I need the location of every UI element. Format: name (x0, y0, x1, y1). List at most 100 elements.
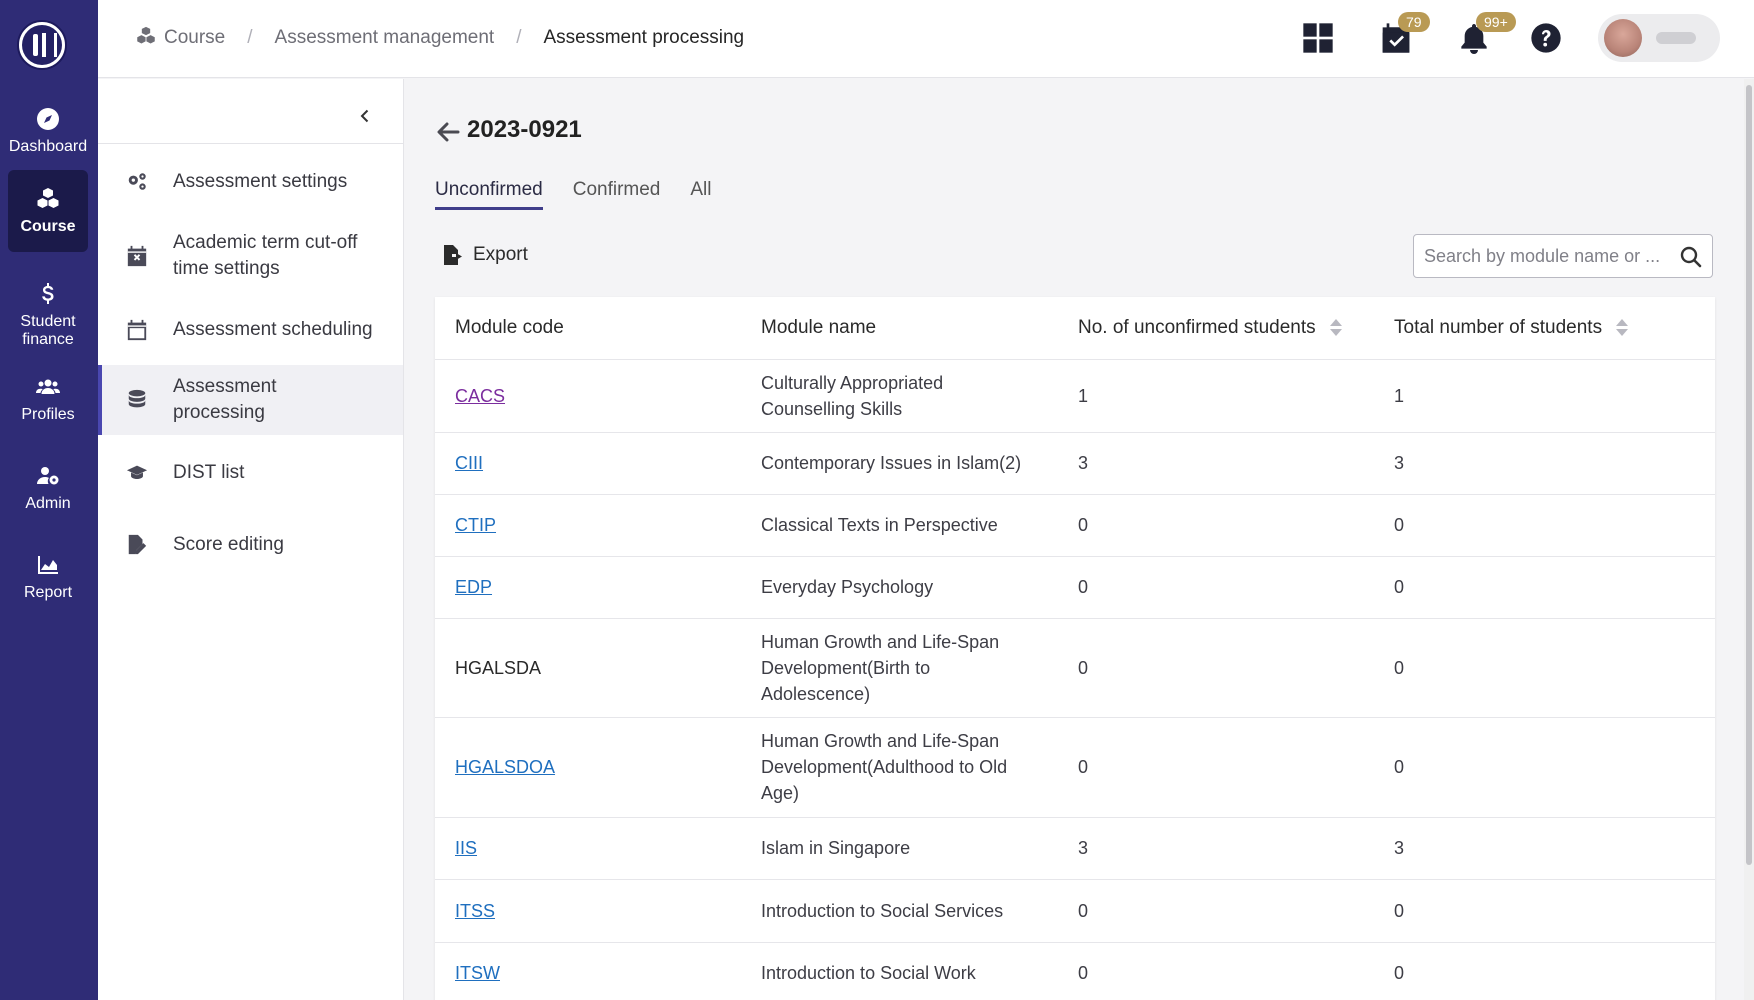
total-count: 3 (1374, 432, 1715, 495)
breadcrumb-separator: / (516, 26, 522, 48)
section-sidebar: Assessment settings Academic term cut-of… (98, 79, 404, 1000)
module-name: Everyday Psychology (741, 556, 1058, 619)
arrow-left-icon (437, 122, 460, 142)
tab-unconfirmed[interactable]: Unconfirmed (435, 179, 543, 210)
status-tabs: Unconfirmed Confirmed All (435, 179, 742, 210)
module-code-link[interactable]: IIS (455, 838, 477, 858)
unconfirmed-count: 1 (1058, 359, 1374, 433)
scrollbar-thumb[interactable] (1746, 85, 1752, 865)
module-name: Culturally Appropriated Counselling Skil… (741, 359, 1058, 433)
module-name: Introduction to Social Work (741, 942, 1058, 1000)
rail-item-dashboard[interactable]: Dashboard (8, 90, 88, 172)
module-code-link[interactable]: HGALSDOA (455, 757, 555, 777)
total-count: 1 (1374, 359, 1715, 433)
table-row: CIII Contemporary Issues in Islam(2) 3 3 (435, 432, 1715, 495)
modules-table-card: Module code Module name No. of unconfirm… (435, 297, 1715, 1000)
modules-table: Module code Module name No. of unconfirm… (435, 297, 1715, 1000)
apps-grid-button[interactable] (1298, 20, 1338, 60)
collapse-sidebar-button[interactable] (350, 101, 380, 131)
sidebar-item-label: Assessment scheduling (173, 319, 373, 340)
calendar-x-icon (126, 245, 148, 267)
sidebar-item-cutoff-time-settings[interactable]: Academic term cut-off time settings (98, 213, 403, 299)
graduation-cap-icon (126, 462, 148, 484)
sort-icon[interactable] (1616, 318, 1629, 338)
module-code-link[interactable]: CACS (455, 386, 505, 406)
user-menu[interactable] (1598, 14, 1720, 62)
file-edit-icon (126, 534, 148, 556)
rail-item-label: Dashboard (8, 138, 88, 155)
sidebar-item-assessment-settings[interactable]: Assessment settings (98, 151, 403, 213)
module-code-link[interactable]: EDP (455, 577, 492, 597)
sidebar-item-assessment-processing[interactable]: Assessment processing (98, 365, 403, 435)
rail-item-student-finance[interactable]: Student finance (8, 270, 88, 360)
module-name: Human Growth and Life-Span Development(B… (741, 618, 1058, 718)
unconfirmed-count: 0 (1058, 556, 1374, 619)
rail-item-admin[interactable]: Admin (8, 447, 88, 529)
column-header-module-code: Module code (435, 297, 741, 360)
table-row: ITSW Introduction to Social Work 0 0 (435, 942, 1715, 1000)
rail-item-course[interactable]: Course (8, 170, 88, 252)
rail-item-label: Admin (25, 495, 71, 512)
unconfirmed-count: 0 (1058, 717, 1374, 818)
grid-icon (1302, 22, 1334, 59)
module-code-link[interactable]: ITSW (455, 963, 500, 983)
user-gear-icon (35, 463, 61, 489)
sidebar-item-dist-list[interactable]: DIST list (98, 441, 403, 505)
unconfirmed-count: 0 (1058, 879, 1374, 943)
help-button[interactable] (1526, 20, 1566, 60)
sidebar-item-label: Score editing (173, 534, 284, 555)
column-header-unconfirmed[interactable]: No. of unconfirmed students (1058, 297, 1374, 360)
rail-item-label: Profiles (21, 406, 75, 423)
module-name: Classical Texts in Perspective (741, 494, 1058, 557)
sidebar-item-label: Academic term cut-off time settings (173, 232, 358, 279)
users-icon (35, 374, 61, 400)
table-row: CTIP Classical Texts in Perspective 0 0 (435, 494, 1715, 557)
sidebar-item-label: DIST list (173, 462, 245, 483)
column-header-module-name: Module name (741, 297, 1058, 360)
rail-item-report[interactable]: Report (8, 536, 88, 618)
sidebar-item-score-editing[interactable]: Score editing (98, 513, 403, 577)
tab-confirmed[interactable]: Confirmed (573, 179, 661, 210)
rail-item-label: Course (20, 218, 76, 235)
sidebar-item-assessment-scheduling[interactable]: Assessment scheduling (98, 299, 403, 361)
cubes-icon (35, 186, 61, 212)
tab-all[interactable]: All (690, 179, 711, 210)
unconfirmed-count: 3 (1058, 817, 1374, 880)
app-logo[interactable] (17, 20, 67, 70)
back-button[interactable] (435, 119, 461, 145)
chevron-left-icon (360, 109, 369, 123)
page-scrollbar[interactable] (1744, 79, 1754, 1000)
unconfirmed-count: 0 (1058, 618, 1374, 718)
module-code-link[interactable]: CTIP (455, 515, 496, 535)
notifications-button[interactable]: 99+ (1454, 12, 1516, 60)
breadcrumb: Course / Assessment management / Assessm… (136, 26, 744, 49)
compass-icon (35, 106, 61, 132)
total-count: 0 (1374, 942, 1715, 1000)
logo-mark (22, 25, 62, 65)
main-nav-rail: Dashboard Course Student finance Profile… (0, 0, 98, 1000)
total-count: 0 (1374, 494, 1715, 557)
export-label: Export (473, 244, 528, 265)
table-row: CACS Culturally Appropriated Counselling… (435, 359, 1715, 433)
breadcrumb-course[interactable]: Course (164, 27, 225, 49)
tasks-badge: 79 (1398, 12, 1430, 32)
module-code-link[interactable]: CIII (455, 453, 483, 473)
dollar-icon (35, 281, 61, 307)
breadcrumb-assessment-management[interactable]: Assessment management (275, 27, 495, 49)
export-button[interactable]: Export (443, 244, 528, 266)
sort-icon[interactable] (1329, 318, 1342, 338)
gears-icon (126, 171, 148, 193)
total-count: 0 (1374, 717, 1715, 818)
rail-item-profiles[interactable]: Profiles (8, 358, 88, 440)
tasks-button[interactable]: 79 (1376, 12, 1430, 60)
search-icon[interactable] (1680, 246, 1702, 268)
table-row: ITSS Introduction to Social Services 0 0 (435, 879, 1715, 943)
search-input[interactable] (1414, 245, 1664, 267)
column-header-total[interactable]: Total number of students (1374, 297, 1715, 360)
module-code-link[interactable]: ITSS (455, 901, 495, 921)
area-chart-icon (35, 552, 61, 578)
file-export-icon (444, 245, 462, 265)
module-name: Human Growth and Life-Span Development(A… (741, 717, 1058, 818)
unconfirmed-count: 0 (1058, 942, 1374, 1000)
table-row: HGALSDOA Human Growth and Life-Span Deve… (435, 717, 1715, 818)
